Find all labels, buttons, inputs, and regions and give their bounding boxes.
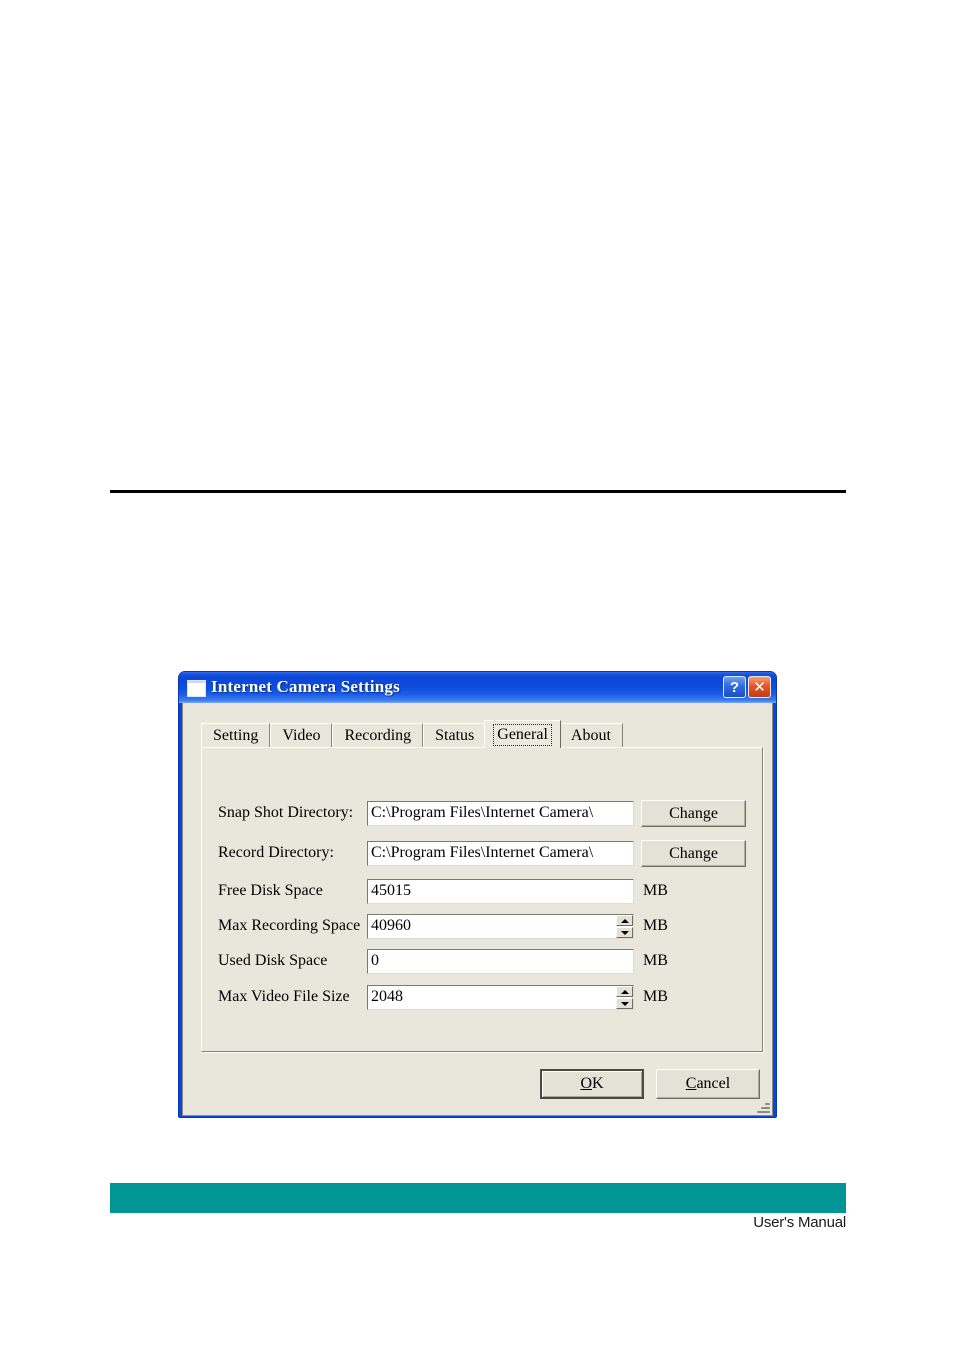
tab-setting-label: Setting bbox=[213, 727, 259, 744]
dialog-client-area: Setting Video Recording Status General A… bbox=[182, 703, 773, 1116]
chevron-down-icon bbox=[620, 930, 629, 935]
row-used-disk-space: Used Disk Space 0 MB bbox=[202, 949, 762, 975]
max-video-file-size-increment[interactable] bbox=[616, 986, 633, 997]
max-recording-space-input[interactable]: 40960 bbox=[367, 914, 634, 939]
max-recording-space-increment[interactable] bbox=[616, 915, 633, 926]
max-video-file-size-label: Max Video File Size bbox=[218, 988, 350, 1005]
record-change-button[interactable]: Change bbox=[641, 840, 746, 867]
row-record-directory: Record Directory: C:\Program Files\Inter… bbox=[202, 840, 762, 867]
max-video-file-size-decrement[interactable] bbox=[616, 998, 633, 1009]
help-icon[interactable]: ? bbox=[723, 676, 746, 698]
tab-video-label: Video bbox=[282, 727, 321, 744]
resize-grip[interactable] bbox=[755, 1098, 770, 1113]
max-recording-space-unit: MB bbox=[643, 917, 668, 934]
chevron-up-icon bbox=[620, 989, 629, 994]
close-icon[interactable]: ✕ bbox=[748, 676, 771, 698]
tab-strip: Setting Video Recording Status General A… bbox=[201, 720, 623, 748]
ok-button[interactable]: OK bbox=[540, 1069, 644, 1099]
free-disk-space-unit: MB bbox=[643, 882, 668, 899]
row-max-recording-space: Max Recording Space 40960 MB bbox=[202, 914, 762, 940]
general-tab-panel: Snap Shot Directory: C:\Program Files\In… bbox=[201, 747, 763, 1052]
tab-setting[interactable]: Setting bbox=[201, 723, 271, 748]
used-disk-space-label: Used Disk Space bbox=[218, 952, 328, 969]
tab-status-label: Status bbox=[435, 727, 475, 744]
window-icon bbox=[187, 680, 206, 697]
free-disk-space-input[interactable]: 45015 bbox=[367, 879, 634, 904]
tab-about[interactable]: About bbox=[558, 723, 623, 748]
cancel-button[interactable]: Cancel bbox=[656, 1069, 760, 1099]
tab-video[interactable]: Video bbox=[270, 723, 333, 748]
tab-general[interactable]: General bbox=[484, 720, 561, 748]
snap-shot-directory-input[interactable]: C:\Program Files\Internet Camera\ bbox=[367, 801, 634, 826]
max-video-file-size-stepper[interactable] bbox=[616, 986, 633, 1009]
tab-recording-label: Recording bbox=[344, 727, 412, 744]
record-directory-label: Record Directory: bbox=[218, 844, 334, 861]
max-recording-space-decrement[interactable] bbox=[616, 927, 633, 938]
chevron-up-icon bbox=[620, 918, 629, 923]
dialog-title: Internet Camera Settings bbox=[211, 677, 400, 696]
row-max-video-file-size: Max Video File Size 2048 MB bbox=[202, 985, 762, 1011]
used-disk-space-unit: MB bbox=[643, 952, 668, 969]
row-snap-shot-directory: Snap Shot Directory: C:\Program Files\In… bbox=[202, 800, 762, 827]
tab-recording[interactable]: Recording bbox=[332, 723, 424, 748]
footer-label: User's Manual bbox=[753, 1214, 846, 1231]
max-recording-space-label: Max Recording Space bbox=[218, 917, 361, 934]
ok-accel: O bbox=[580, 1075, 592, 1092]
tab-status[interactable]: Status bbox=[423, 723, 487, 748]
max-recording-space-stepper[interactable] bbox=[616, 915, 633, 938]
free-disk-space-label: Free Disk Space bbox=[218, 882, 323, 899]
record-directory-input[interactable]: C:\Program Files\Internet Camera\ bbox=[367, 841, 634, 866]
snap-shot-directory-label: Snap Shot Directory: bbox=[218, 804, 354, 821]
snap-shot-change-button[interactable]: Change bbox=[641, 800, 746, 827]
tab-general-label: General bbox=[493, 723, 552, 746]
cancel-accel: C bbox=[685, 1075, 697, 1092]
ok-rest: K bbox=[592, 1075, 604, 1092]
titlebar-buttons: ? ✕ bbox=[723, 676, 771, 698]
footer-bar bbox=[110, 1183, 846, 1213]
page-header-rule bbox=[110, 490, 846, 493]
row-free-disk-space: Free Disk Space 45015 MB bbox=[202, 879, 762, 905]
used-disk-space-input[interactable]: 0 bbox=[367, 949, 634, 974]
chevron-down-icon bbox=[620, 1001, 629, 1006]
internet-camera-settings-dialog: Internet Camera Settings ? ✕ Setting Vid… bbox=[178, 671, 777, 1118]
cancel-rest: ancel bbox=[696, 1075, 731, 1092]
max-video-file-size-unit: MB bbox=[643, 988, 668, 1005]
tab-about-label: About bbox=[570, 727, 611, 744]
dialog-titlebar[interactable]: Internet Camera Settings ? ✕ bbox=[179, 672, 776, 703]
max-video-file-size-input[interactable]: 2048 bbox=[367, 985, 634, 1010]
